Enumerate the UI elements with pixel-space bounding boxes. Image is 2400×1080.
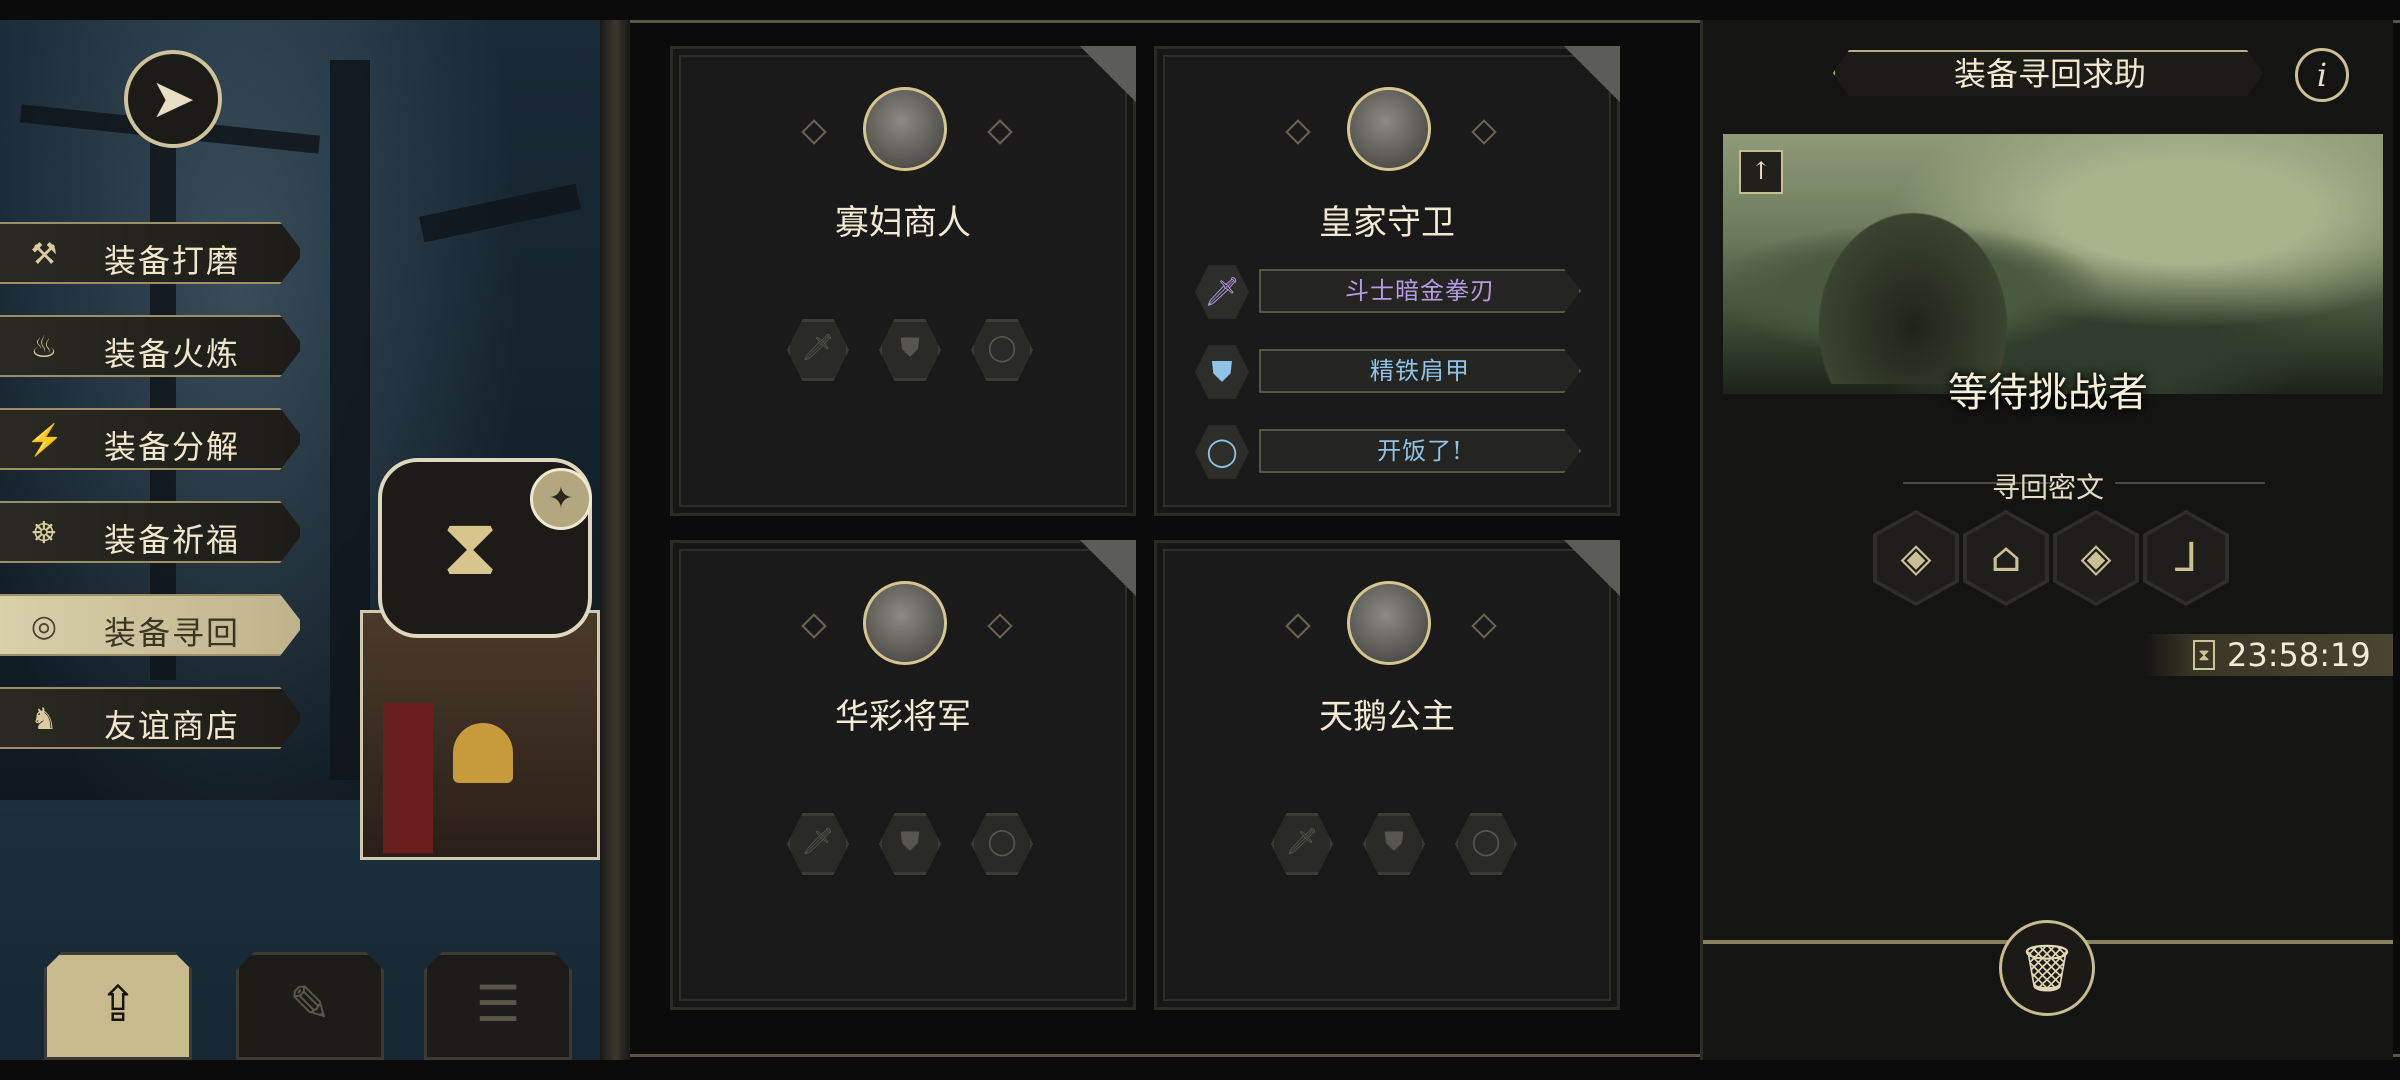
menu-item-label: 装备打磨 bbox=[104, 242, 241, 280]
hero-name: 皇家守卫 bbox=[1319, 203, 1455, 243]
retrieve-panel: 装备寻回求助 i ↑ 等待挑战者 寻回密文 ◈ ⌂ ◈ ⅃ ⧗ 23:58:19 🗑 bbox=[1700, 20, 2393, 1060]
sword-icon: 🗡 bbox=[1195, 265, 1249, 319]
menu-item-label: 装备祈福 bbox=[104, 521, 241, 559]
diamond-ornament-right bbox=[1471, 119, 1497, 145]
secret-label: 寻回密文 bbox=[1991, 471, 2104, 504]
menu-item-5[interactable]: ♞ 友谊商店 bbox=[0, 687, 300, 749]
vendor-stall[interactable] bbox=[360, 610, 600, 860]
fox-icon: ♞ bbox=[30, 702, 58, 737]
panel-title-band: 装备寻回求助 bbox=[1833, 50, 2263, 96]
diamond-ornament-right bbox=[1471, 613, 1497, 639]
menu-item-1[interactable]: ♨ 装备火炼 bbox=[0, 315, 300, 377]
menu-item-2[interactable]: ⚡ 装备分解 bbox=[0, 408, 300, 470]
menu-item-label: 装备分解 bbox=[104, 428, 241, 466]
flame-icon: ♨ bbox=[30, 330, 58, 365]
retrieve-icon: ◎ bbox=[30, 609, 58, 644]
disassemble-icon: ⚡ bbox=[26, 423, 64, 458]
equipment-name: 开饭了! bbox=[1377, 437, 1463, 465]
diamond-ornament-left bbox=[801, 119, 827, 145]
card-corner bbox=[1066, 540, 1136, 610]
bottom-tab-2[interactable]: ☰ bbox=[424, 952, 572, 1060]
panel-title: 装备寻回求助 bbox=[1953, 55, 2146, 93]
diamond-ornament-right bbox=[987, 119, 1013, 145]
armor-icon: ⛊ bbox=[1195, 345, 1249, 399]
hero-card-3[interactable]: 天鹅公主 🗡 ⛊ ◯ bbox=[1154, 540, 1620, 1010]
hourglass-small-icon: ⧗ bbox=[2193, 640, 2215, 670]
hero-card-2[interactable]: 华彩将军 🗡 ⛊ ◯ bbox=[670, 540, 1136, 1010]
share-up-icon[interactable]: ↑ bbox=[1739, 150, 1783, 194]
countdown-text: 23:58:19 bbox=[2227, 636, 2371, 674]
rune-glyph-0[interactable]: ◈ bbox=[1873, 510, 1959, 606]
trash-button[interactable]: 🗑 bbox=[1999, 920, 2095, 1016]
upload-icon: ⇪ bbox=[97, 975, 139, 1033]
stall-banner bbox=[383, 703, 433, 853]
menu-item-label: 装备寻回 bbox=[104, 614, 241, 652]
armor-slot-icon[interactable]: ⛊ bbox=[879, 813, 941, 875]
equipment-name-bar: 开饭了! bbox=[1259, 429, 1581, 473]
back-arrow-icon: ➤ bbox=[150, 67, 196, 130]
back-button[interactable]: ➤ bbox=[124, 50, 222, 148]
diamond-ornament-left bbox=[801, 613, 827, 639]
equipment-row[interactable]: ⛊ 精铁肩甲 bbox=[1195, 345, 1591, 399]
card-corner bbox=[1066, 46, 1136, 116]
equipment-name-bar: 精铁肩甲 bbox=[1259, 349, 1581, 393]
ring-slot-icon[interactable]: ◯ bbox=[971, 319, 1033, 381]
hero-avatar[interactable] bbox=[1347, 87, 1431, 171]
card-corner bbox=[1550, 46, 1620, 116]
pray-icon: ☸ bbox=[30, 516, 58, 551]
sword-slot-icon[interactable]: 🗡 bbox=[787, 319, 849, 381]
equipment-name-bar: 斗士暗金拳刃 bbox=[1259, 269, 1581, 313]
feather-icon: ✎ bbox=[289, 975, 331, 1033]
armor-slot-icon[interactable]: ⛊ bbox=[879, 319, 941, 381]
menu-item-0[interactable]: ⚒ 装备打磨 bbox=[0, 222, 300, 284]
info-button[interactable]: i bbox=[2295, 48, 2349, 102]
hero-name: 华彩将军 bbox=[835, 697, 971, 737]
hero-avatar[interactable] bbox=[863, 87, 947, 171]
hero-name: 天鹅公主 bbox=[1319, 697, 1455, 737]
ring-slot-icon[interactable]: ◯ bbox=[1455, 813, 1517, 875]
menu-item-3[interactable]: ☸ 装备祈福 bbox=[0, 501, 300, 563]
rune-glyph-3[interactable]: ⅃ bbox=[2143, 510, 2229, 606]
menu-item-4[interactable]: ◎ 装备寻回 bbox=[0, 594, 300, 656]
ring-slot-icon[interactable]: ◯ bbox=[971, 813, 1033, 875]
armor-slot-icon[interactable]: ⛊ bbox=[1363, 813, 1425, 875]
ring-icon: ◯ bbox=[1195, 425, 1249, 479]
equipment-row[interactable]: 🗡 斗士暗金拳刃 bbox=[1195, 265, 1591, 319]
list-icon: ☰ bbox=[475, 975, 521, 1033]
equipment-name: 斗士暗金拳刃 bbox=[1345, 277, 1495, 305]
bottom-tab-0[interactable]: ⇪ bbox=[44, 952, 192, 1060]
diamond-ornament-left bbox=[1285, 119, 1311, 145]
menu-item-label: 装备火炼 bbox=[104, 335, 241, 373]
trash-icon: 🗑 bbox=[2017, 941, 2077, 995]
bell-icon bbox=[453, 723, 513, 783]
status-text: 等待挑战者 bbox=[1948, 370, 2148, 416]
hero-card-1[interactable]: 皇家守卫 🗡 斗士暗金拳刃 ⛊ 精铁肩甲 ◯ 开饭了! bbox=[1154, 46, 1620, 516]
sword-slot-icon[interactable]: 🗡 bbox=[787, 813, 849, 875]
equipment-row[interactable]: ◯ 开饭了! bbox=[1195, 425, 1591, 479]
hero-name: 寡妇商人 bbox=[835, 203, 971, 243]
menu-item-label: 友谊商店 bbox=[104, 707, 241, 745]
hourglass-icon: ⧗ bbox=[442, 500, 499, 593]
rune-glyph-2[interactable]: ◈ bbox=[2053, 510, 2139, 606]
diamond-ornament-left bbox=[1285, 613, 1311, 639]
equipment-name: 精铁肩甲 bbox=[1370, 357, 1470, 385]
left-divider bbox=[600, 20, 630, 1060]
cave-arch bbox=[1803, 194, 2023, 384]
hero-card-0[interactable]: 寡妇商人 🗡 ⛊ ◯ bbox=[670, 46, 1136, 516]
card-corner bbox=[1550, 540, 1620, 610]
countdown: ⧗ 23:58:19 bbox=[2143, 634, 2393, 676]
money-bag-icon[interactable]: ✦ bbox=[530, 468, 592, 530]
rune-glyph-1[interactable]: ⌂ bbox=[1963, 510, 2049, 606]
bottom-tab-1[interactable]: ✎ bbox=[236, 952, 384, 1060]
diamond-ornament-right bbox=[987, 613, 1013, 639]
hero-avatar[interactable] bbox=[1347, 581, 1431, 665]
hammer-icon: ⚒ bbox=[30, 237, 58, 272]
hero-avatar[interactable] bbox=[863, 581, 947, 665]
sword-slot-icon[interactable]: 🗡 bbox=[1271, 813, 1333, 875]
challenge-scene-image: ↑ bbox=[1723, 134, 2383, 394]
